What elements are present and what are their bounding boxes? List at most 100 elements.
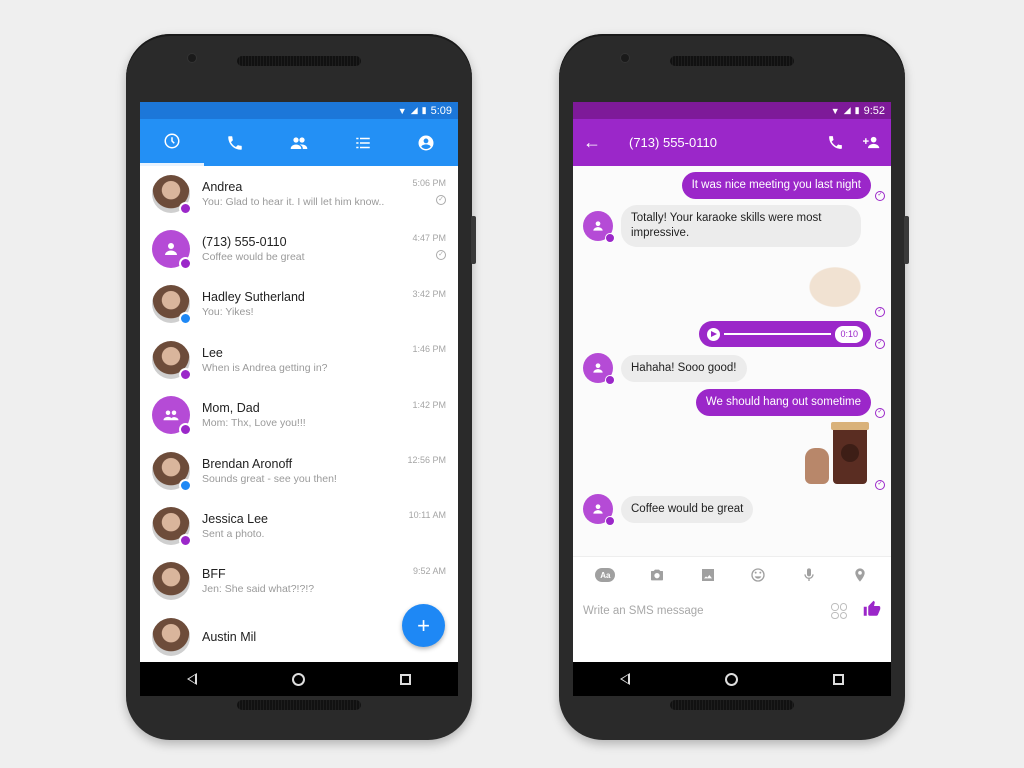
like-button[interactable] — [863, 600, 881, 623]
gallery-button[interactable] — [699, 566, 717, 584]
audio-duration: 0:10 — [835, 325, 863, 343]
camera-button[interactable] — [648, 566, 666, 584]
karaoke-dog-sticker[interactable] — [791, 253, 871, 315]
account-icon — [418, 135, 434, 150]
audio-progress-track[interactable] — [724, 333, 832, 335]
tab-profile[interactable] — [394, 119, 458, 166]
call-button[interactable] — [825, 133, 845, 153]
composer-input-row — [573, 593, 891, 629]
tab-recent[interactable] — [140, 119, 204, 166]
person-icon — [165, 243, 177, 256]
message-incoming: Hahaha! Sooo good! — [573, 353, 891, 385]
conversation-snippet: Jen: She said what?!?!? — [202, 583, 315, 596]
power-button — [471, 216, 476, 264]
conversation-time: 1:42 PM — [412, 399, 446, 410]
tab-groups[interactable] — [267, 119, 331, 166]
phone-right: ▼ ◢ ▮ 9:52 ← (713) 555-0110 It was nice … — [559, 34, 909, 740]
sms-badge-icon — [179, 534, 192, 548]
emoji-button[interactable] — [749, 566, 767, 584]
conversation-row[interactable]: BFF Jen: She said what?!?!? 9:52 AM — [140, 554, 458, 609]
composer-toolbar: Aa — [573, 557, 891, 593]
new-message-button[interactable]: + — [402, 604, 445, 647]
person-icon — [593, 504, 603, 514]
conversation-snippet: Sounds great - see you then! — [202, 472, 337, 485]
seen-check-icon: ✓ — [875, 480, 885, 490]
conversation-time: 3:42 PM — [412, 288, 446, 299]
add-contact-button[interactable] — [861, 133, 881, 153]
battery-icon: ▮ — [854, 105, 860, 115]
earpiece-speaker — [237, 56, 361, 66]
status-bar: ▼ ◢ ▮ 9:52 — [573, 102, 891, 119]
messenger-home-screen: ▼ ◢ ▮ 5:09 Andrea You: Glad to hear it. … — [140, 102, 458, 662]
avatar — [583, 211, 615, 243]
message-bubble[interactable]: It was nice meeting you last night — [681, 172, 871, 199]
message-outgoing: ✓ — [573, 253, 891, 317]
conversation-snippet: You: Glad to hear it. I will let him kno… — [202, 195, 385, 208]
earpiece-speaker — [670, 56, 794, 66]
stickers-icon[interactable] — [831, 603, 847, 619]
message-outgoing: ✓ — [573, 422, 891, 490]
voice-button[interactable] — [800, 566, 818, 584]
sms-message-input[interactable] — [583, 605, 831, 617]
back-nav-icon[interactable] — [187, 673, 198, 685]
list-icon — [355, 137, 370, 148]
wifi-icon: ▼ — [830, 105, 840, 116]
sms-badge-icon — [179, 367, 192, 381]
phone-icon — [228, 135, 243, 150]
conversation-row[interactable]: Mom, Dad Mom: Thx, Love you!!! 1:42 PM — [140, 388, 458, 443]
home-nav-icon[interactable] — [291, 672, 305, 686]
conversation-row[interactable]: Andrea You: Glad to hear it. I will let … — [140, 166, 458, 221]
conversation-snippet: When is Andrea getting in? — [202, 361, 328, 374]
tab-calls[interactable] — [204, 119, 268, 166]
message-thread: It was nice meeting you last night ✓ Tot… — [573, 166, 891, 556]
message-incoming: Totally! Your karaoke skills were most i… — [573, 205, 891, 247]
image-icon — [701, 569, 714, 581]
recents-nav-icon[interactable] — [399, 673, 411, 685]
avatar — [583, 494, 615, 526]
clock-icon — [164, 133, 180, 149]
home-nav-icon[interactable] — [724, 672, 738, 686]
coffee-cat-sticker[interactable] — [791, 422, 871, 488]
conversation-snippet: Coffee would be great — [202, 251, 305, 264]
back-nav-icon[interactable] — [620, 673, 631, 685]
emoji-icon — [751, 568, 765, 582]
cat-graphic — [805, 448, 829, 484]
sms-badge-icon — [179, 201, 192, 215]
audio-message[interactable]: 0:10 — [699, 321, 871, 347]
message-bubble[interactable]: Coffee would be great — [621, 495, 754, 523]
recents-nav-icon[interactable] — [832, 673, 844, 685]
text-style-icon[interactable]: Aa — [595, 568, 616, 582]
avatar — [152, 507, 192, 548]
conversation-time: 4:47 PM — [412, 233, 446, 244]
tab-people[interactable] — [331, 119, 395, 166]
avatar — [152, 340, 192, 381]
phone-icon — [828, 136, 842, 149]
message-bubble[interactable]: We should hang out sometime — [695, 389, 871, 416]
conversation-row[interactable]: Jessica Lee Sent a photo. 10:11 AM — [140, 498, 458, 553]
bottom-speaker — [237, 700, 361, 710]
conversation-list: Andrea You: Glad to hear it. I will let … — [140, 166, 458, 662]
front-camera — [188, 54, 196, 62]
seen-check-icon: ✓ — [875, 408, 885, 418]
back-arrow-icon[interactable]: ← — [583, 132, 613, 153]
status-time: 5:09 — [430, 104, 452, 117]
android-nav-bar — [573, 662, 891, 696]
power-button — [904, 216, 909, 264]
thread-header: ← (713) 555-0110 — [573, 119, 891, 166]
play-icon[interactable] — [707, 327, 720, 341]
coffee-cup-graphic — [831, 422, 869, 484]
sms-badge-icon — [605, 233, 615, 243]
location-icon — [854, 568, 865, 582]
message-outgoing: We should hang out sometime ✓ — [573, 389, 891, 418]
conversation-snippet: Mom: Thx, Love you!!! — [202, 417, 306, 430]
message-bubble[interactable]: Totally! Your karaoke skills were most i… — [621, 205, 861, 247]
conversation-row[interactable]: Hadley Sutherland You: Yikes! 3:42 PM — [140, 277, 458, 332]
messenger-badge-icon — [179, 312, 192, 326]
android-nav-bar — [140, 662, 458, 696]
sms-thread-screen: ▼ ◢ ▮ 9:52 ← (713) 555-0110 It was nice … — [573, 102, 891, 662]
conversation-row[interactable]: Brendan Aronoff Sounds great - see you t… — [140, 443, 458, 498]
conversation-row[interactable]: Lee When is Andrea getting in? 1:46 PM — [140, 332, 458, 387]
location-button[interactable] — [851, 566, 869, 584]
message-bubble[interactable]: Hahaha! Sooo good! — [621, 354, 747, 382]
conversation-row[interactable]: (713) 555-0110 Coffee would be great 4:4… — [140, 221, 458, 276]
